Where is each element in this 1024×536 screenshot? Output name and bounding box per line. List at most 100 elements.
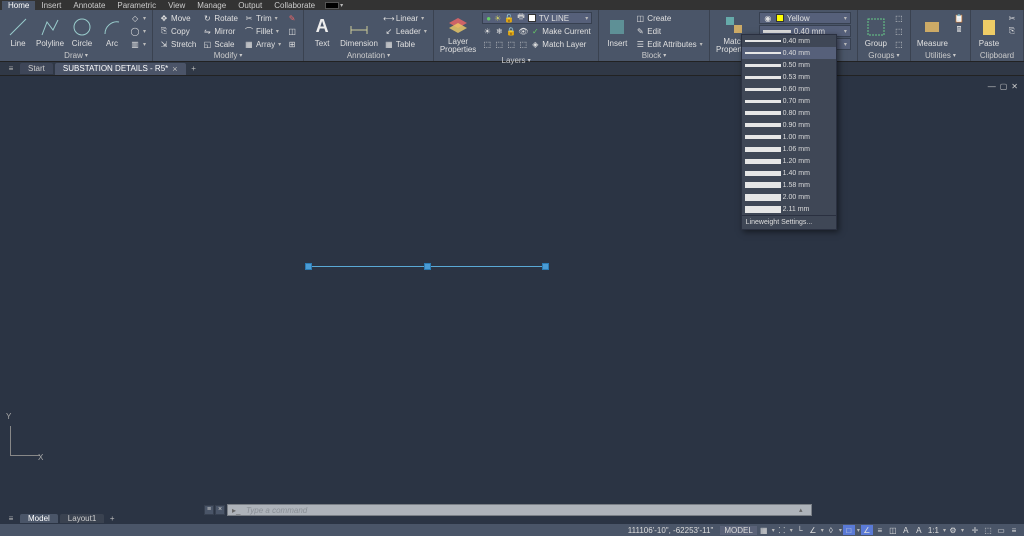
editattr-tool[interactable]: ☰Edit Attributes▾ xyxy=(633,38,704,50)
create-tool[interactable]: ◫Create xyxy=(633,12,704,24)
grip-end[interactable] xyxy=(542,263,549,270)
lw-option[interactable]: 1.20 mm xyxy=(742,155,836,167)
group-tool[interactable]: Group xyxy=(862,12,890,50)
cmd-close-icon[interactable]: × xyxy=(215,505,225,515)
lw-option[interactable]: 0.80 mm xyxy=(742,107,836,119)
color-dropdown[interactable]: ◉Yellow▾ xyxy=(759,12,851,24)
draw-more-3[interactable]: ▥▾ xyxy=(128,38,148,50)
circle-tool[interactable]: Circle xyxy=(68,12,96,50)
layer-icon-4[interactable]: 👁 xyxy=(518,26,528,36)
text-tool[interactable]: AText xyxy=(308,12,336,50)
linear-tool[interactable]: ⟷Linear▾ xyxy=(382,12,429,24)
snap-toggle[interactable]: ⸬ xyxy=(776,525,788,535)
menu-collaborate[interactable]: Collaborate xyxy=(268,1,321,10)
annoscale-toggle[interactable]: Ａ xyxy=(900,525,912,535)
layer-icon-3[interactable]: 🔒 xyxy=(506,26,516,36)
close-viewport-icon[interactable]: ✕ xyxy=(1011,82,1018,91)
modify-more-1[interactable]: ✎ xyxy=(285,12,299,24)
drawing-viewport[interactable]: — ▢ ✕ Y X xyxy=(0,76,1024,502)
cleanscreen-icon[interactable]: ▭ xyxy=(995,525,1007,535)
start-tab[interactable]: Start xyxy=(20,63,53,74)
lw-option[interactable]: 1.40 mm xyxy=(742,167,836,179)
layout-menu-icon[interactable]: ≡ xyxy=(4,514,18,523)
array-tool[interactable]: ▦Array▾ xyxy=(242,38,283,50)
model-tab[interactable]: Model xyxy=(20,514,58,523)
isodraft-toggle[interactable]: ◊ xyxy=(825,525,837,535)
copy-tool[interactable]: ⎘Copy xyxy=(157,25,198,37)
util-more-1[interactable]: 📋 xyxy=(952,12,966,24)
menu-home[interactable]: Home xyxy=(2,1,35,10)
command-input[interactable]: ▸_ Type a command ▴ xyxy=(227,504,812,516)
cmd-recent-icon[interactable]: ≡ xyxy=(204,505,214,515)
rotate-tool[interactable]: ↻Rotate xyxy=(200,12,240,24)
maximize-icon[interactable]: ▢ xyxy=(1000,82,1008,91)
document-tab[interactable]: SUBSTATION DETAILS - R5*× xyxy=(55,63,186,75)
layer-icon-8[interactable]: ⬚ xyxy=(518,39,528,49)
lw-option[interactable]: 2.00 mm xyxy=(742,191,836,203)
new-tab-button[interactable]: + xyxy=(188,64,200,73)
leader-tool[interactable]: ↙Leader▾ xyxy=(382,25,429,37)
doc-menu-icon[interactable]: ≡ xyxy=(4,64,18,73)
otrack-toggle[interactable]: ∠ xyxy=(861,525,873,535)
layer-icon-1[interactable]: ☀ xyxy=(482,26,492,36)
isolate-icon[interactable]: ✛ xyxy=(969,525,981,535)
dimension-tool[interactable]: Dimension xyxy=(338,12,380,50)
group-more-2[interactable]: ⬚ xyxy=(892,25,906,37)
minimize-icon[interactable]: — xyxy=(988,82,996,91)
menu-manage[interactable]: Manage xyxy=(191,1,232,10)
menu-annotate[interactable]: Annotate xyxy=(67,1,111,10)
hardware-accel-icon[interactable]: ⬚ xyxy=(982,525,994,535)
grip-mid[interactable] xyxy=(424,263,431,270)
util-more-2[interactable]: 🖩 xyxy=(952,25,966,37)
grip-start[interactable] xyxy=(305,263,312,270)
modify-more-3[interactable]: ⊞ xyxy=(285,38,299,50)
mirror-tool[interactable]: ⇋Mirror xyxy=(200,25,240,37)
layer-mc[interactable]: ✓ xyxy=(530,26,540,36)
lw-option[interactable]: 0.50 mm xyxy=(742,59,836,71)
insert-tool[interactable]: Insert xyxy=(603,12,631,50)
fillet-tool[interactable]: ⌒Fillet▾ xyxy=(242,25,283,37)
move-tool[interactable]: ✥Move xyxy=(157,12,198,24)
layer-icon-2[interactable]: ❄ xyxy=(494,26,504,36)
menu-insert[interactable]: Insert xyxy=(35,1,67,10)
close-icon[interactable]: × xyxy=(172,64,177,74)
measure-tool[interactable]: Measure xyxy=(915,12,950,50)
table-tool[interactable]: ▦Table xyxy=(382,38,429,50)
arc-tool[interactable]: Arc xyxy=(98,12,126,50)
grid-toggle[interactable]: ▦ xyxy=(758,525,770,535)
group-more-3[interactable]: ⬚ xyxy=(892,38,906,50)
osnap-toggle[interactable]: □ xyxy=(843,525,855,535)
lw-option[interactable]: 1.58 mm xyxy=(742,179,836,191)
lw-option[interactable]: 0.40 mm xyxy=(742,35,836,47)
modify-more-2[interactable]: ◫ xyxy=(285,25,299,37)
annovisibility-toggle[interactable]: Ａ xyxy=(913,525,925,535)
layer-dropdown[interactable]: ●☀🔓🖶TV LINE▾ xyxy=(480,12,594,24)
paste-tool[interactable]: Paste xyxy=(975,12,1003,50)
scale-button[interactable]: 1:1 xyxy=(926,525,941,535)
group-more-1[interactable]: ⬚ xyxy=(892,12,906,24)
lw-option[interactable]: 0.53 mm xyxy=(742,71,836,83)
new-layout-button[interactable]: + xyxy=(106,514,118,523)
edit-tool[interactable]: ✎Edit xyxy=(633,25,704,37)
layer-properties-tool[interactable]: Layer Properties xyxy=(438,12,478,55)
layer-make-current[interactable]: Make Current xyxy=(542,27,590,36)
clip-more-1[interactable]: ✂ xyxy=(1005,12,1019,24)
layer-icon-6[interactable]: ⬚ xyxy=(494,39,504,49)
draw-more-2[interactable]: ◯▾ xyxy=(128,25,148,37)
layout1-tab[interactable]: Layout1 xyxy=(60,514,104,523)
clip-more-2[interactable]: ⎘ xyxy=(1005,25,1019,37)
polar-toggle[interactable]: ∠ xyxy=(807,525,819,535)
lw-option[interactable]: 0.40 mm xyxy=(742,47,836,59)
menu-app-switcher[interactable]: ▾ xyxy=(325,2,343,9)
menu-output[interactable]: Output xyxy=(232,1,268,10)
layer-icon-7[interactable]: ⬚ xyxy=(506,39,516,49)
line-tool[interactable]: Line xyxy=(4,12,32,50)
draw-more-1[interactable]: ◇▾ xyxy=(128,12,148,24)
layer-match-layer[interactable]: Match Layer xyxy=(542,40,586,49)
lw-option[interactable]: 1.06 mm xyxy=(742,143,836,155)
polyline-tool[interactable]: Polyline xyxy=(34,12,66,50)
menu-parametric[interactable]: Parametric xyxy=(111,1,162,10)
lw-option[interactable]: 0.90 mm xyxy=(742,119,836,131)
lineweight-settings[interactable]: Lineweight Settings... xyxy=(742,215,836,229)
menu-view[interactable]: View xyxy=(162,1,191,10)
